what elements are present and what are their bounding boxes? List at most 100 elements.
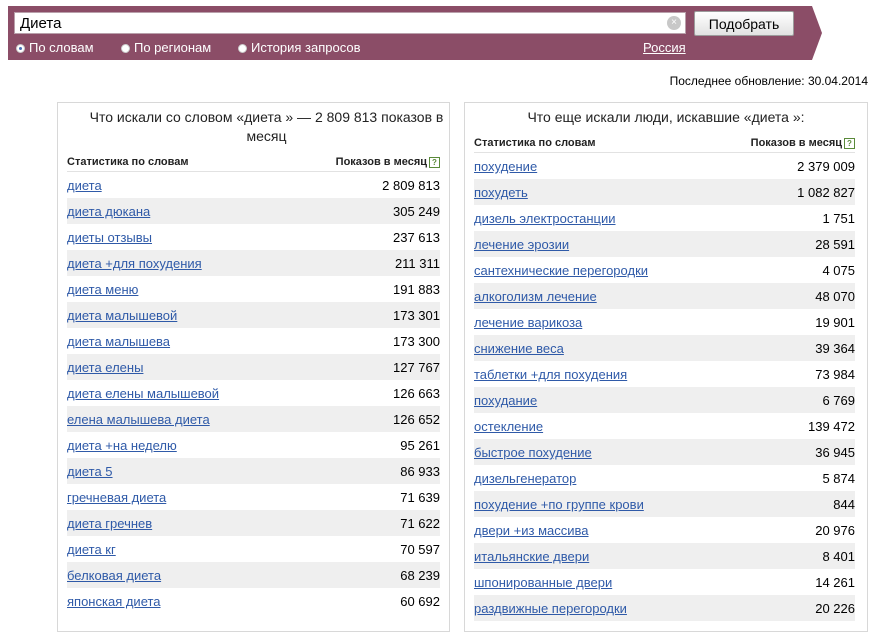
impression-count: 19 901	[815, 315, 855, 330]
impression-count: 6 769	[822, 393, 855, 408]
keyword-link[interactable]: диета 5	[67, 464, 113, 479]
impression-count: 68 239	[400, 568, 440, 583]
impression-count: 20 226	[815, 601, 855, 616]
submit-button[interactable]: Подобрать	[694, 11, 794, 36]
impression-count: 5 874	[822, 471, 855, 486]
impression-count: 1 751	[822, 211, 855, 226]
keyword-link[interactable]: диета +на неделю	[67, 438, 177, 453]
table-row: раздвижные перегородки 20 226	[474, 595, 855, 621]
keyword-link[interactable]: таблетки +для похудения	[474, 367, 627, 382]
keyword-link[interactable]: остекление	[474, 419, 543, 434]
impression-count: 139 472	[808, 419, 855, 434]
keyword-link[interactable]: сантехнические перегородки	[474, 263, 648, 278]
col-keyword-header: Статистика по словам	[474, 137, 596, 149]
radio-by-regions[interactable]: По регионам	[121, 40, 211, 55]
keyword-link[interactable]: диета	[67, 178, 102, 193]
keyword-link[interactable]: диета елены малышевой	[67, 386, 219, 401]
keyword-link[interactable]: елена малышева диета	[67, 412, 210, 427]
keyword-link[interactable]: лечение варикоза	[474, 315, 582, 330]
impression-count: 305 249	[393, 204, 440, 219]
keyword-link[interactable]: диета малышева	[67, 334, 170, 349]
radio-label: По словам	[29, 40, 94, 55]
impression-count: 4 075	[822, 263, 855, 278]
radio-by-words[interactable]: По словам	[16, 40, 94, 55]
table-row: диеты отзывы 237 613	[67, 224, 440, 250]
radio-label: История запросов	[251, 40, 361, 55]
keyword-link[interactable]: похудеть	[474, 185, 528, 200]
related-words-panel: Что искали со словом «диета » — 2 809 81…	[57, 102, 450, 632]
impression-count: 86 933	[400, 464, 440, 479]
impression-count: 126 663	[393, 386, 440, 401]
keyword-link[interactable]: диета дюкана	[67, 204, 150, 219]
impression-count: 2 809 813	[382, 178, 440, 193]
region-link[interactable]: Россия	[643, 40, 686, 55]
table-row: диета елены 127 767	[67, 354, 440, 380]
impression-count: 95 261	[400, 438, 440, 453]
table-row: диета малышева 173 300	[67, 328, 440, 354]
keyword-link[interactable]: снижение веса	[474, 341, 564, 356]
table-row: диета меню 191 883	[67, 276, 440, 302]
impression-count: 36 945	[815, 445, 855, 460]
impression-count: 844	[833, 497, 855, 512]
table-row: диета елены малышевой 126 663	[67, 380, 440, 406]
col-keyword-header: Статистика по словам	[67, 156, 189, 168]
keyword-link[interactable]: дизель электростанции	[474, 211, 616, 226]
impression-count: 28 591	[815, 237, 855, 252]
keyword-link[interactable]: японская диета	[67, 594, 161, 609]
help-icon[interactable]: ?	[429, 157, 440, 168]
table-row: алкоголизм лечение 48 070	[474, 283, 855, 309]
keyword-link[interactable]: диеты отзывы	[67, 230, 152, 245]
table-row: диета дюкана 305 249	[67, 198, 440, 224]
impression-count: 20 976	[815, 523, 855, 538]
keyword-link[interactable]: диета елены	[67, 360, 143, 375]
search-input[interactable]	[14, 12, 686, 34]
last-updated: Последнее обновление: 30.04.2014	[669, 74, 868, 88]
left-keyword-list: диета 2 809 813 диета дюкана 305 249 диеты о…	[67, 172, 440, 614]
keyword-link[interactable]: гречневая диета	[67, 490, 166, 505]
table-row: японская диета 60 692	[67, 588, 440, 614]
keyword-link[interactable]: быстрое похудение	[474, 445, 592, 460]
table-row: диета 5 86 933	[67, 458, 440, 484]
keyword-link[interactable]: похудение +по группе крови	[474, 497, 644, 512]
impression-count: 71 622	[400, 516, 440, 531]
keyword-link[interactable]: раздвижные перегородки	[474, 601, 627, 616]
keyword-link[interactable]: диета +для похудения	[67, 256, 202, 271]
col-count-header: Показов в месяц?	[751, 137, 855, 149]
radio-query-history[interactable]: История запросов	[238, 40, 361, 55]
impression-count: 126 652	[393, 412, 440, 427]
table-row: остекление 139 472	[474, 413, 855, 439]
table-row: диета гречнев 71 622	[67, 510, 440, 536]
impression-count: 60 692	[400, 594, 440, 609]
keyword-link[interactable]: белковая диета	[67, 568, 161, 583]
table-row: диета +на неделю 95 261	[67, 432, 440, 458]
help-icon[interactable]: ?	[844, 138, 855, 149]
radio-icon	[238, 44, 247, 53]
keyword-link[interactable]: алкоголизм лечение	[474, 289, 597, 304]
table-row: похудание 6 769	[474, 387, 855, 413]
keyword-link[interactable]: диета гречнев	[67, 516, 152, 531]
keyword-link[interactable]: шпонированные двери	[474, 575, 612, 590]
impression-count: 237 613	[393, 230, 440, 245]
also-searched-panel: Что еще искали люди, искавшие «диета »: …	[464, 102, 868, 632]
keyword-link[interactable]: диета кг	[67, 542, 116, 557]
keyword-link[interactable]: диета малышевой	[67, 308, 177, 323]
keyword-link[interactable]: итальянские двери	[474, 549, 589, 564]
table-row: похудение 2 379 009	[474, 153, 855, 179]
impression-count: 48 070	[815, 289, 855, 304]
keyword-link[interactable]: лечение эрозии	[474, 237, 569, 252]
keyword-link[interactable]: похудение	[474, 159, 537, 174]
keyword-link[interactable]: дизельгенератор	[474, 471, 576, 486]
clear-icon[interactable]: ×	[667, 16, 681, 30]
table-row: быстрое похудение 36 945	[474, 439, 855, 465]
right-keyword-list: похудение 2 379 009 похудеть 1 082 827 дизел…	[474, 153, 855, 621]
panel-title: Что искали со словом «диета » — 2 809 81…	[89, 109, 444, 144]
keyword-link[interactable]: двери +из массива	[474, 523, 589, 538]
header-arrow-decoration	[812, 6, 822, 60]
table-row: похудеть 1 082 827	[474, 179, 855, 205]
table-row: гречневая диета 71 639	[67, 484, 440, 510]
table-row: шпонированные двери 14 261	[474, 569, 855, 595]
keyword-link[interactable]: диета меню	[67, 282, 138, 297]
impression-count: 191 883	[393, 282, 440, 297]
impression-count: 14 261	[815, 575, 855, 590]
keyword-link[interactable]: похудание	[474, 393, 537, 408]
